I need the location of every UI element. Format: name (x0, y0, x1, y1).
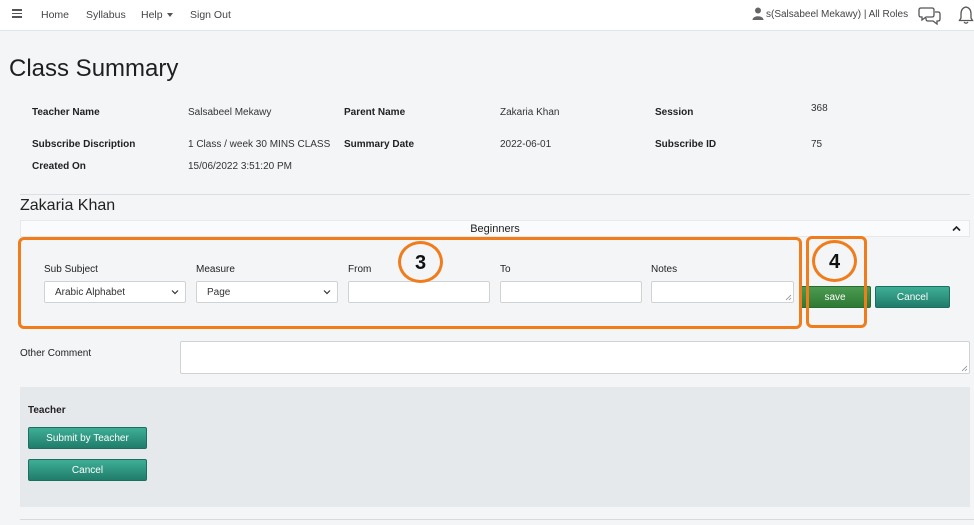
summary-date-value: 2022-06-01 (500, 139, 552, 150)
hamburger-menu-icon[interactable] (12, 9, 22, 18)
parent-name-label: Parent Name (344, 107, 406, 118)
resize-grip-icon[interactable] (961, 365, 968, 372)
student-name-heading: Zakaria Khan (20, 197, 116, 214)
session-value: 368 (811, 103, 828, 114)
panel-title: Beginners (470, 223, 520, 235)
teacher-cancel-button[interactable]: Cancel (28, 459, 147, 481)
user-role-label[interactable]: s(Salsabeel Mekawy) | All Roles (766, 9, 908, 20)
chat-icon[interactable] (918, 6, 942, 25)
section-divider (20, 194, 970, 195)
user-icon (752, 7, 764, 20)
panel-cancel-button[interactable]: Cancel (875, 286, 950, 308)
subscribe-description-label: Subscribe Discription (32, 139, 136, 150)
teacher-section-label: Teacher (28, 405, 66, 416)
nav-syllabus-link[interactable]: Syllabus (86, 9, 126, 21)
parent-name-value: Zakaria Khan (500, 107, 560, 118)
top-navbar: Home Syllabus Help Sign Out s(Salsabeel … (0, 0, 974, 31)
nav-home-link[interactable]: Home (41, 9, 69, 21)
teacher-name-label: Teacher Name (32, 107, 100, 118)
session-label: Session (655, 107, 694, 118)
created-on-value: 15/06/2022 3:51:20 PM (188, 161, 292, 172)
subscribe-id-value: 75 (811, 139, 823, 150)
teacher-name-value: Salsabeel Mekawy (188, 107, 272, 118)
annotation-marker-3: 3 (398, 241, 443, 283)
beginners-panel-header[interactable]: Beginners (20, 220, 970, 237)
summary-date-label: Summary Date (344, 139, 415, 150)
chevron-up-icon[interactable] (952, 224, 961, 233)
subscribe-description-value: 1 Class / week 30 MINS CLASS (188, 139, 331, 150)
other-comment-label: Other Comment (20, 348, 92, 359)
page-title: Class Summary (9, 55, 179, 82)
created-on-label: Created On (32, 161, 86, 172)
nav-help-label: Help (141, 9, 163, 21)
chevron-down-icon (166, 13, 173, 18)
submit-by-teacher-button[interactable]: Submit by Teacher (28, 427, 147, 449)
other-comment-textarea[interactable] (180, 341, 970, 374)
footer-divider (20, 519, 974, 520)
teacher-section (20, 387, 970, 507)
nav-help-dropdown[interactable]: Help (141, 9, 173, 21)
nav-sign-out-link[interactable]: Sign Out (190, 9, 231, 21)
bell-icon[interactable] (958, 5, 974, 25)
annotation-marker-4: 4 (812, 240, 857, 282)
subscribe-id-label: Subscribe ID (655, 139, 717, 150)
